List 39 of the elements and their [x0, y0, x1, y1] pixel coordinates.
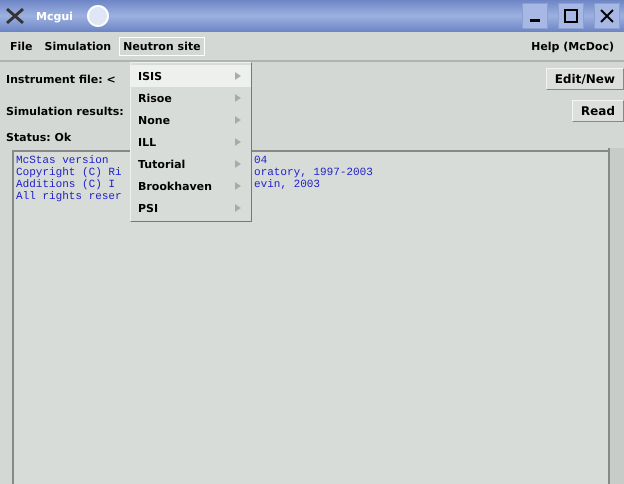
status-label: Status: Ok — [6, 130, 72, 144]
submenu-arrow-icon — [235, 72, 241, 80]
menu-item[interactable]: Tutorial — [131, 153, 251, 175]
submenu-arrow-icon — [235, 138, 241, 146]
edit-new-button[interactable]: Edit/New — [546, 68, 624, 90]
simulation-results-label: Simulation results: — [6, 104, 124, 118]
close-icon — [600, 9, 614, 23]
scrollbar[interactable] — [608, 148, 624, 484]
output-line: Additions (C) I — [16, 179, 116, 191]
menu-item[interactable]: None — [131, 109, 251, 131]
maximize-button[interactable] — [558, 3, 584, 29]
instrument-file-label: Instrument file: < — [6, 72, 116, 86]
close-x-icon — [4, 7, 26, 25]
maximize-icon — [564, 9, 578, 23]
close-button[interactable] — [594, 3, 620, 29]
output-line: All rights reser — [16, 191, 123, 203]
output-line: evin, 2003 — [254, 179, 320, 191]
help-menu[interactable]: Help (McDoc) — [527, 36, 618, 56]
submenu-arrow-icon — [235, 182, 241, 190]
menu-item[interactable]: File — [6, 36, 37, 56]
submenu-arrow-icon — [235, 94, 241, 102]
menu-item[interactable]: PSI — [131, 197, 251, 219]
output-line: oratory, 1997-2003 — [254, 167, 373, 179]
submenu-arrow-icon — [235, 204, 241, 212]
output-line: 04 — [254, 155, 268, 167]
output-line: Copyright (C) Ri — [16, 167, 123, 179]
window-title: Mcgui — [36, 10, 73, 22]
minimize-button[interactable] — [522, 3, 548, 29]
submenu-arrow-icon — [235, 116, 241, 124]
menu-item[interactable]: Neutron site — [119, 36, 205, 56]
menu-item[interactable]: Risoe — [131, 87, 251, 109]
menu-item[interactable]: Brookhaven — [131, 175, 251, 197]
menu-item[interactable]: Simulation — [40, 36, 116, 56]
submenu-arrow-icon — [235, 160, 241, 168]
read-button[interactable]: Read — [572, 100, 624, 122]
menu-item[interactable]: ISIS — [131, 65, 251, 87]
output-line: McStas version — [16, 155, 110, 167]
menu-item[interactable]: ILL — [131, 131, 251, 153]
minimize-icon — [530, 19, 540, 22]
